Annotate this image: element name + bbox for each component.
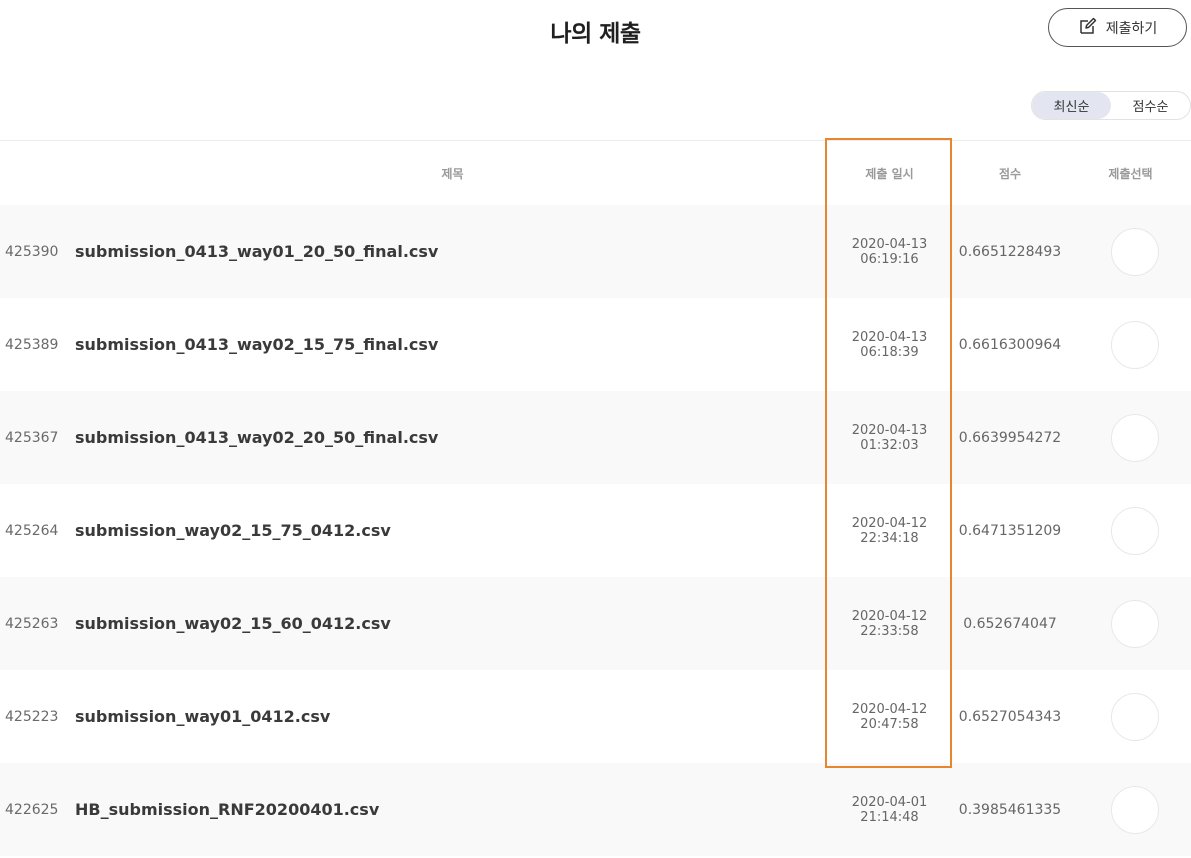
select-radio[interactable]	[1111, 321, 1159, 369]
submission-datetime: 2020-04-13 06:18:39	[829, 298, 950, 391]
submission-score: 0.6471351209	[958, 522, 1062, 539]
sort-latest[interactable]: 최신순	[1032, 92, 1111, 119]
submission-id: 425390	[5, 243, 59, 260]
table-row: 425389 submission_0413_way02_15_75_final…	[0, 298, 1191, 391]
submission-date: 2020-04-13	[851, 329, 928, 345]
submission-filename[interactable]: submission_way02_15_60_0412.csv	[75, 577, 391, 670]
table-row: 425390 submission_0413_way01_20_50_final…	[0, 205, 1191, 298]
column-header-select: 제출선택	[1108, 166, 1153, 181]
select-radio[interactable]	[1111, 693, 1159, 741]
submission-datetime: 2020-04-13 06:19:16	[829, 205, 950, 298]
submit-button[interactable]: 제출하기	[1048, 8, 1187, 47]
submission-list: 425390 submission_0413_way01_20_50_final…	[0, 205, 1191, 856]
submission-time: 21:14:48	[860, 809, 919, 825]
submission-time: 01:32:03	[860, 437, 919, 453]
submission-datetime: 2020-04-12 22:33:58	[829, 577, 950, 670]
submission-score: 0.6616300964	[958, 336, 1062, 353]
submission-datetime: 2020-04-12 20:47:58	[829, 670, 950, 763]
column-header-date: 제출 일시	[865, 166, 914, 181]
submission-id: 422625	[5, 801, 59, 818]
submission-date: 2020-04-13	[851, 422, 928, 438]
edit-icon	[1078, 16, 1098, 40]
page-title: 나의 제출	[550, 21, 641, 47]
submission-filename[interactable]: submission_0413_way01_20_50_final.csv	[75, 205, 438, 298]
submission-date: 2020-04-12	[851, 701, 928, 717]
submission-date: 2020-04-12	[851, 515, 928, 531]
submission-time: 22:33:58	[860, 623, 919, 639]
table-row: 422625 HB_submission_RNF20200401.csv 202…	[0, 763, 1191, 856]
column-header-title: 제목	[441, 166, 464, 181]
submission-filename[interactable]: submission_way02_15_75_0412.csv	[75, 484, 391, 577]
column-header-score: 점수	[998, 166, 1022, 181]
submission-score: 0.6639954272	[958, 429, 1062, 446]
submission-datetime: 2020-04-12 22:34:18	[829, 484, 950, 577]
table-row: 425263 submission_way02_15_60_0412.csv 2…	[0, 577, 1191, 670]
submission-id: 425389	[5, 336, 59, 353]
table-header: 제목 제출 일시 점수 제출선택	[0, 141, 1191, 205]
sort-toggle: 최신순 점수순	[1031, 91, 1191, 120]
table-row: 425223 submission_way01_0412.csv 2020-04…	[0, 670, 1191, 763]
submission-time: 06:18:39	[860, 344, 919, 360]
table-row: 425367 submission_0413_way02_20_50_final…	[0, 391, 1191, 484]
select-radio[interactable]	[1111, 414, 1159, 462]
submission-score: 0.6651228493	[958, 243, 1062, 260]
submission-id: 425223	[5, 708, 59, 725]
submission-score: 0.3985461335	[958, 801, 1062, 818]
submission-score: 0.6527054343	[958, 708, 1062, 725]
select-radio[interactable]	[1111, 228, 1159, 276]
submission-filename[interactable]: submission_0413_way02_15_75_final.csv	[75, 298, 438, 391]
submit-button-label: 제출하기	[1105, 20, 1158, 37]
submission-date: 2020-04-01	[851, 794, 928, 810]
submission-id: 425263	[5, 615, 59, 632]
submission-datetime: 2020-04-01 21:14:48	[829, 763, 950, 856]
submission-id: 425367	[5, 429, 59, 446]
submission-date: 2020-04-12	[851, 608, 928, 624]
submission-filename[interactable]: submission_0413_way02_20_50_final.csv	[75, 391, 438, 484]
sort-score[interactable]: 점수순	[1111, 92, 1190, 119]
select-radio[interactable]	[1111, 786, 1159, 834]
table-row: 425264 submission_way02_15_75_0412.csv 2…	[0, 484, 1191, 577]
select-radio[interactable]	[1111, 600, 1159, 648]
submission-time: 06:19:16	[860, 251, 919, 267]
submission-id: 425264	[5, 522, 59, 539]
submission-datetime: 2020-04-13 01:32:03	[829, 391, 950, 484]
select-radio[interactable]	[1111, 507, 1159, 555]
submission-filename[interactable]: submission_way01_0412.csv	[75, 670, 330, 763]
submission-date: 2020-04-13	[851, 236, 928, 252]
submission-score: 0.652674047	[963, 615, 1057, 632]
submission-time: 22:34:18	[860, 530, 919, 546]
submission-time: 20:47:58	[860, 716, 919, 732]
submission-filename[interactable]: HB_submission_RNF20200401.csv	[75, 763, 379, 856]
